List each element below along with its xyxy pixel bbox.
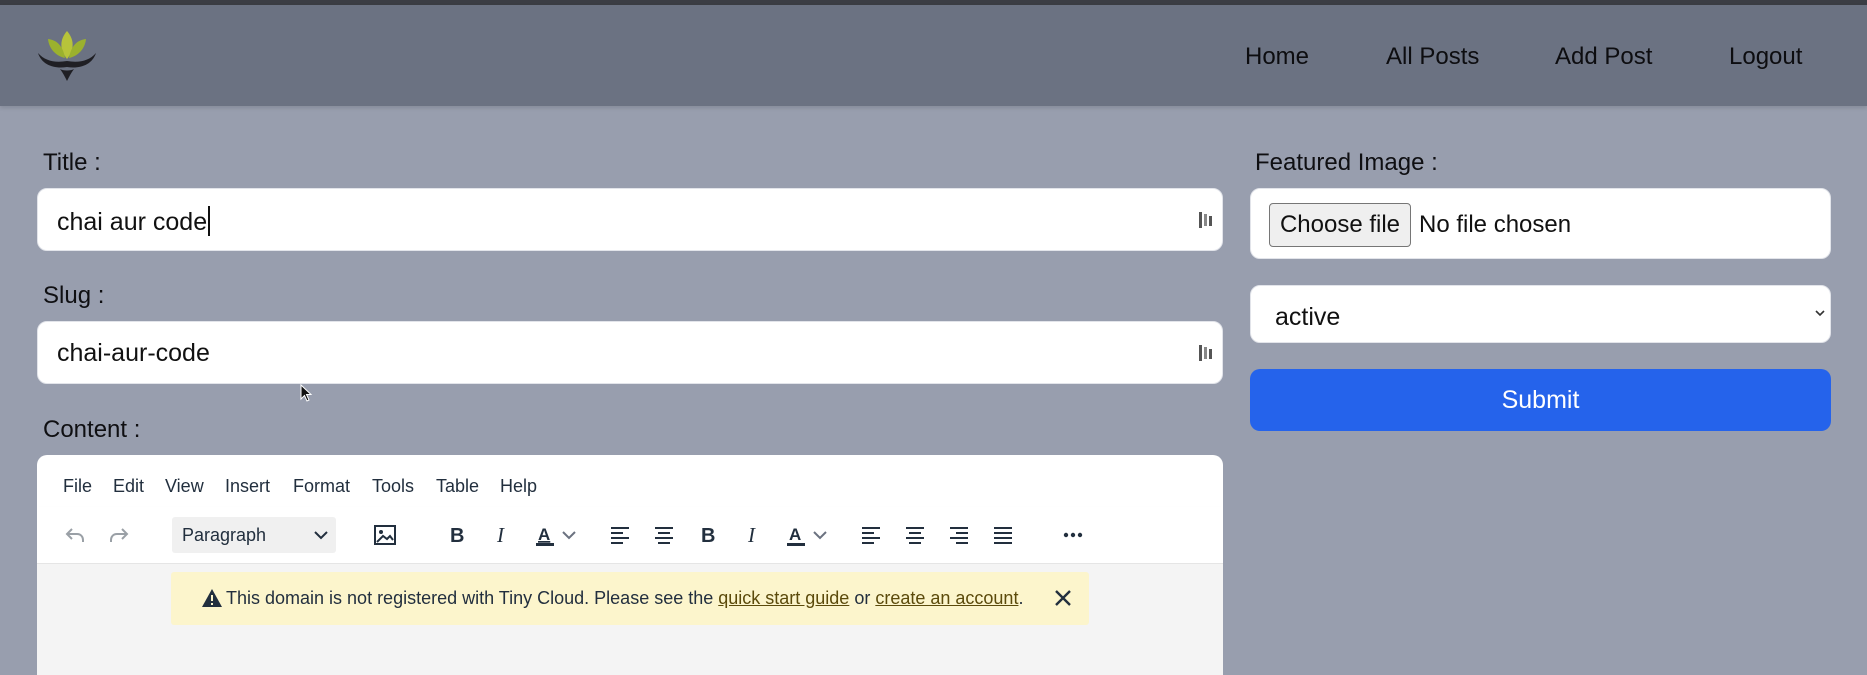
text-color-icon[interactable]: A [778,517,814,553]
align-center-icon[interactable] [897,517,933,553]
align-left-icon[interactable] [853,517,889,553]
bold-icon[interactable]: B [439,517,475,553]
menu-format[interactable]: Format [293,476,350,497]
slug-input[interactable]: chai-aur-code [37,321,1223,384]
content-label: Content : [43,416,141,443]
menu-edit[interactable]: Edit [113,476,144,497]
menu-table[interactable]: Table [436,476,479,497]
title-value: chai aur code [57,206,211,237]
svg-text:B: B [701,525,715,547]
bold-icon[interactable]: B [690,517,726,553]
text-caret [208,206,211,236]
status-value: active [1275,303,1341,331]
mouse-cursor-icon [300,384,313,402]
undo-icon[interactable] [57,517,93,553]
more-options-icon[interactable] [1055,517,1091,553]
block-format-value: Paragraph [182,525,267,545]
tiny-cloud-notice: This domain is not registered with Tiny … [171,572,1089,625]
nav-add-post[interactable]: Add Post [1555,43,1652,71]
italic-icon[interactable]: I [483,517,519,553]
align-right-icon[interactable] [941,517,977,553]
choose-file-button[interactable]: Choose file [1269,203,1411,247]
editor-menubar: File Edit View Insert Format Tools Table… [37,455,1223,507]
menu-help[interactable]: Help [500,476,537,497]
menu-view[interactable]: View [165,476,204,497]
featured-image-label: Featured Image : [1255,149,1438,176]
warning-icon [202,589,222,607]
site-header: Home All Posts Add Post Logout [0,5,1867,106]
svg-text:I: I [747,523,756,547]
menu-file[interactable]: File [63,476,92,497]
menu-insert[interactable]: Insert [225,476,270,497]
slug-label: Slug : [43,282,105,309]
create-account-link[interactable]: create an account [875,588,1018,608]
svg-text:B: B [450,525,464,547]
quick-start-guide-link[interactable]: quick start guide [718,588,849,608]
slug-value: chai-aur-code [57,339,210,367]
chevron-down-icon[interactable] [810,517,830,553]
svg-text:A: A [538,525,550,544]
image-icon[interactable] [367,517,403,553]
title-label: Title : [43,149,101,176]
align-justify-icon[interactable] [985,517,1021,553]
block-format-select[interactable]: Paragraph [172,517,336,553]
svg-text:A: A [789,525,801,544]
featured-image-input[interactable]: Choose file No file chosen [1250,188,1831,259]
align-center-icon[interactable] [646,517,682,553]
close-icon[interactable] [1051,586,1075,610]
password-manager-icon[interactable] [1198,211,1214,229]
italic-icon[interactable]: I [734,517,770,553]
rich-text-editor[interactable]: File Edit View Insert Format Tools Table… [37,455,1223,675]
menu-tools[interactable]: Tools [372,476,414,497]
file-status: No file chosen [1419,211,1572,238]
chevron-down-icon[interactable] [559,517,579,553]
title-input[interactable]: chai aur code [37,188,1223,251]
nav-home[interactable]: Home [1245,43,1309,71]
password-manager-icon[interactable] [1198,344,1214,362]
logo-icon[interactable] [36,25,98,81]
redo-icon[interactable] [101,517,137,553]
align-left-icon[interactable] [602,517,638,553]
editor-toolbar: Paragraph B I A B I A [37,507,1223,564]
chevron-down-icon [1815,310,1825,317]
text-color-icon[interactable]: A [527,517,563,553]
notice-message: This domain is not registered with Tiny … [226,588,1024,608]
status-select[interactable]: active [1250,285,1831,343]
nav-logout[interactable]: Logout [1729,43,1802,71]
submit-button[interactable]: Submit [1250,369,1831,431]
svg-text:I: I [496,523,505,547]
chevron-down-icon [314,531,328,540]
nav-all-posts[interactable]: All Posts [1386,43,1479,71]
